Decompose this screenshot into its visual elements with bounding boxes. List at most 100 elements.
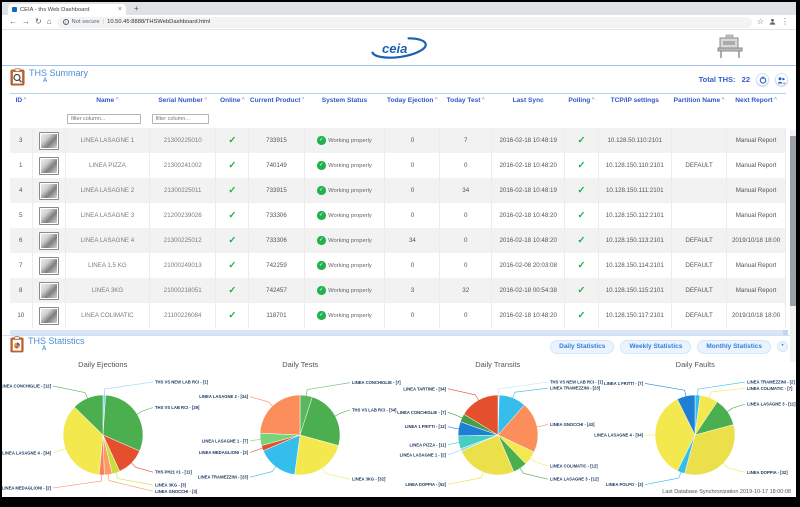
browser-window: CEIA - ths Web Dashboard × + ← → ↻ ⌂ i N… xyxy=(2,2,796,497)
cell-id: 8 xyxy=(10,278,32,303)
cell-online: ✓ xyxy=(216,253,249,278)
cell-partition-name: DEFAULT xyxy=(672,278,727,303)
column-header-next-report[interactable]: Next Report ^ xyxy=(727,94,786,107)
table-row[interactable]: 10LINEA COLIMATIC21100226084✓118701✓Work… xyxy=(10,303,786,328)
cell-tcpip-settings: 10.128.50.110:2101 xyxy=(598,128,672,153)
summary-collapse-toggle[interactable]: A xyxy=(43,78,88,84)
tab-title: CEIA - ths Web Dashboard xyxy=(20,7,115,13)
table-row[interactable]: 5LINEA LASAGNE 321200239026✓733306✓Worki… xyxy=(10,203,786,228)
pie-label: LINEA LASAGNE 2 - [34] xyxy=(200,394,249,399)
forward-icon[interactable]: → xyxy=(22,18,30,26)
table-row[interactable]: 7LINEA 1,5 KG21000249013✓742259✓Working … xyxy=(10,253,786,278)
vertical-scrollbar[interactable] xyxy=(790,130,796,362)
pie-label: LINEA 3KG - [3] xyxy=(155,483,187,488)
sort-caret-icon[interactable]: ^ xyxy=(114,97,118,103)
cell-tcpip-settings: 10.128.150.110:2101 xyxy=(598,153,672,178)
monthly-statistics-button[interactable]: Monthly Statistics xyxy=(697,340,771,354)
filter-input-name[interactable] xyxy=(67,114,141,124)
scrollbar-thumb[interactable] xyxy=(790,136,796,306)
sort-caret-icon[interactable]: ^ xyxy=(22,97,26,103)
sort-caret-icon[interactable]: ^ xyxy=(240,97,244,103)
column-header-polling[interactable]: Polling ^ xyxy=(565,94,598,107)
cell-partition-name xyxy=(672,128,727,153)
daily-statistics-button[interactable]: Daily Statistics xyxy=(550,340,614,354)
cell-serial-number: 21000249013 xyxy=(150,253,216,278)
pie-label-leader xyxy=(108,474,153,492)
cell-thumbnail xyxy=(32,178,65,203)
pie-label-leader xyxy=(448,427,460,429)
polling-check-icon: ✓ xyxy=(577,185,585,196)
cell-system-status: ✓Working properly xyxy=(304,153,385,178)
horizontal-scrollbar[interactable] xyxy=(10,330,788,335)
scrollbar-end[interactable] xyxy=(783,330,788,335)
column-header-partition-name[interactable]: Partition Name ^ xyxy=(672,94,727,107)
profile-icon[interactable] xyxy=(769,18,776,27)
pie-chart-daily-faults: Daily FaultsLINEA TRAMEZZINI - [2]LINEA … xyxy=(597,357,795,495)
table-row[interactable]: 4LINEA LASAGNE 221300225011✓733915✓Worki… xyxy=(10,178,786,203)
column-header-current-product[interactable]: Current Product ^ xyxy=(249,94,304,107)
sort-caret-icon[interactable]: ^ xyxy=(300,97,304,103)
table-row[interactable]: 1LINEA PIZZA21300241002✓740149✓Working p… xyxy=(10,153,786,178)
sort-caret-icon[interactable]: ^ xyxy=(433,97,437,103)
pie-label-leader xyxy=(529,458,547,466)
reload-icon[interactable]: ↻ xyxy=(35,18,42,26)
sort-caret-icon[interactable]: ^ xyxy=(590,97,594,103)
column-header-tcp-ip-settings: TCP/IP settings xyxy=(598,94,672,107)
column-header-last-sync: Last Sync xyxy=(491,94,565,107)
url-field[interactable]: i Not secure | 10.50.45:8888/THSWebDashb… xyxy=(57,17,752,28)
sort-caret-icon[interactable]: ^ xyxy=(720,97,724,103)
table-row[interactable]: 3LINEA LASAGNE 121300225010✓733915✓Worki… xyxy=(10,128,786,153)
cell-id: 1 xyxy=(10,153,32,178)
status-check-icon: ✓ xyxy=(317,236,326,245)
pie-label: LINEA GNOCCHI - [43] xyxy=(550,422,595,427)
cell-current-product: 733306 xyxy=(249,203,304,228)
cell-serial-number: 21100226084 xyxy=(150,303,216,328)
sort-caret-icon[interactable]: ^ xyxy=(480,97,484,103)
column-header-name[interactable]: Name ^ xyxy=(65,94,150,107)
cell-serial-number: 21200239026 xyxy=(150,203,216,228)
browser-tab[interactable]: CEIA - ths Web Dashboard × xyxy=(8,4,126,15)
column-header-serial-number[interactable]: Serial Number ^ xyxy=(150,94,216,107)
tab-close-icon[interactable]: × xyxy=(118,6,122,13)
home-icon[interactable]: ⌂ xyxy=(47,18,52,26)
table-header-row: ID ^ Name ^Serial Number ^Online ^Current… xyxy=(10,94,786,107)
info-icon[interactable]: i xyxy=(63,19,69,25)
column-header-today-ejection[interactable]: Today Ejection ^ xyxy=(385,94,440,107)
cell-next-report: 2019/10/18 18:00 xyxy=(727,303,786,328)
column-header-id[interactable]: ID ^ xyxy=(10,94,32,107)
pie-label-leader xyxy=(448,471,484,484)
statistics-collapse-toggle[interactable]: A xyxy=(42,346,85,352)
cell-next-report: Manual Report xyxy=(727,128,786,153)
filter-input-serial-number[interactable] xyxy=(152,114,209,124)
browser-menu-icon[interactable]: ⋮ xyxy=(781,18,789,26)
cell-today-ejection: 3 xyxy=(385,278,440,303)
ths-summary-icon xyxy=(10,68,25,91)
statistics-more-button[interactable]: • xyxy=(777,341,788,352)
page-header: ceia xyxy=(2,30,796,66)
table-row[interactable]: 8LINEA 3KG21000218051✓742457✓Working pro… xyxy=(10,278,786,303)
status-check-icon: ✓ xyxy=(317,186,326,195)
online-check-icon: ✓ xyxy=(228,135,236,146)
power-button[interactable] xyxy=(756,73,769,86)
sort-caret-icon[interactable]: ^ xyxy=(773,97,777,103)
cell-system-status: ✓Working properly xyxy=(304,128,385,153)
back-icon[interactable]: ← xyxy=(9,18,17,26)
cell-system-status: ✓Working properly xyxy=(304,278,385,303)
pie-label-leader xyxy=(104,382,153,396)
cell-last-sync: 2016-02-08 20:03:08 xyxy=(491,253,565,278)
column-header-online[interactable]: Online ^ xyxy=(216,94,249,107)
users-button[interactable] xyxy=(775,73,788,86)
table-row[interactable]: 6LINEA LASAGNE 421300225012✓733306✓Worki… xyxy=(10,228,786,253)
column-header-today-test[interactable]: Today Test ^ xyxy=(440,94,491,107)
ths-summary-table: ID ^ Name ^Serial Number ^Online ^Current… xyxy=(10,93,786,328)
cell-next-report: Manual Report xyxy=(727,278,786,303)
cell-id: 4 xyxy=(10,178,32,203)
pie-label: THS VS NEW LAB RCI - [1] xyxy=(550,380,604,385)
polling-check-icon: ✓ xyxy=(577,135,585,146)
sort-caret-icon[interactable]: ^ xyxy=(203,97,207,103)
cell-partition-name: DEFAULT xyxy=(672,228,727,253)
pie-label: LINEA DOPPIA - [32] xyxy=(747,470,788,475)
weekly-statistics-button[interactable]: Weekly Statistics xyxy=(620,340,691,354)
new-tab-button[interactable]: + xyxy=(134,5,139,13)
bookmark-star-icon[interactable]: ☆ xyxy=(757,18,764,26)
